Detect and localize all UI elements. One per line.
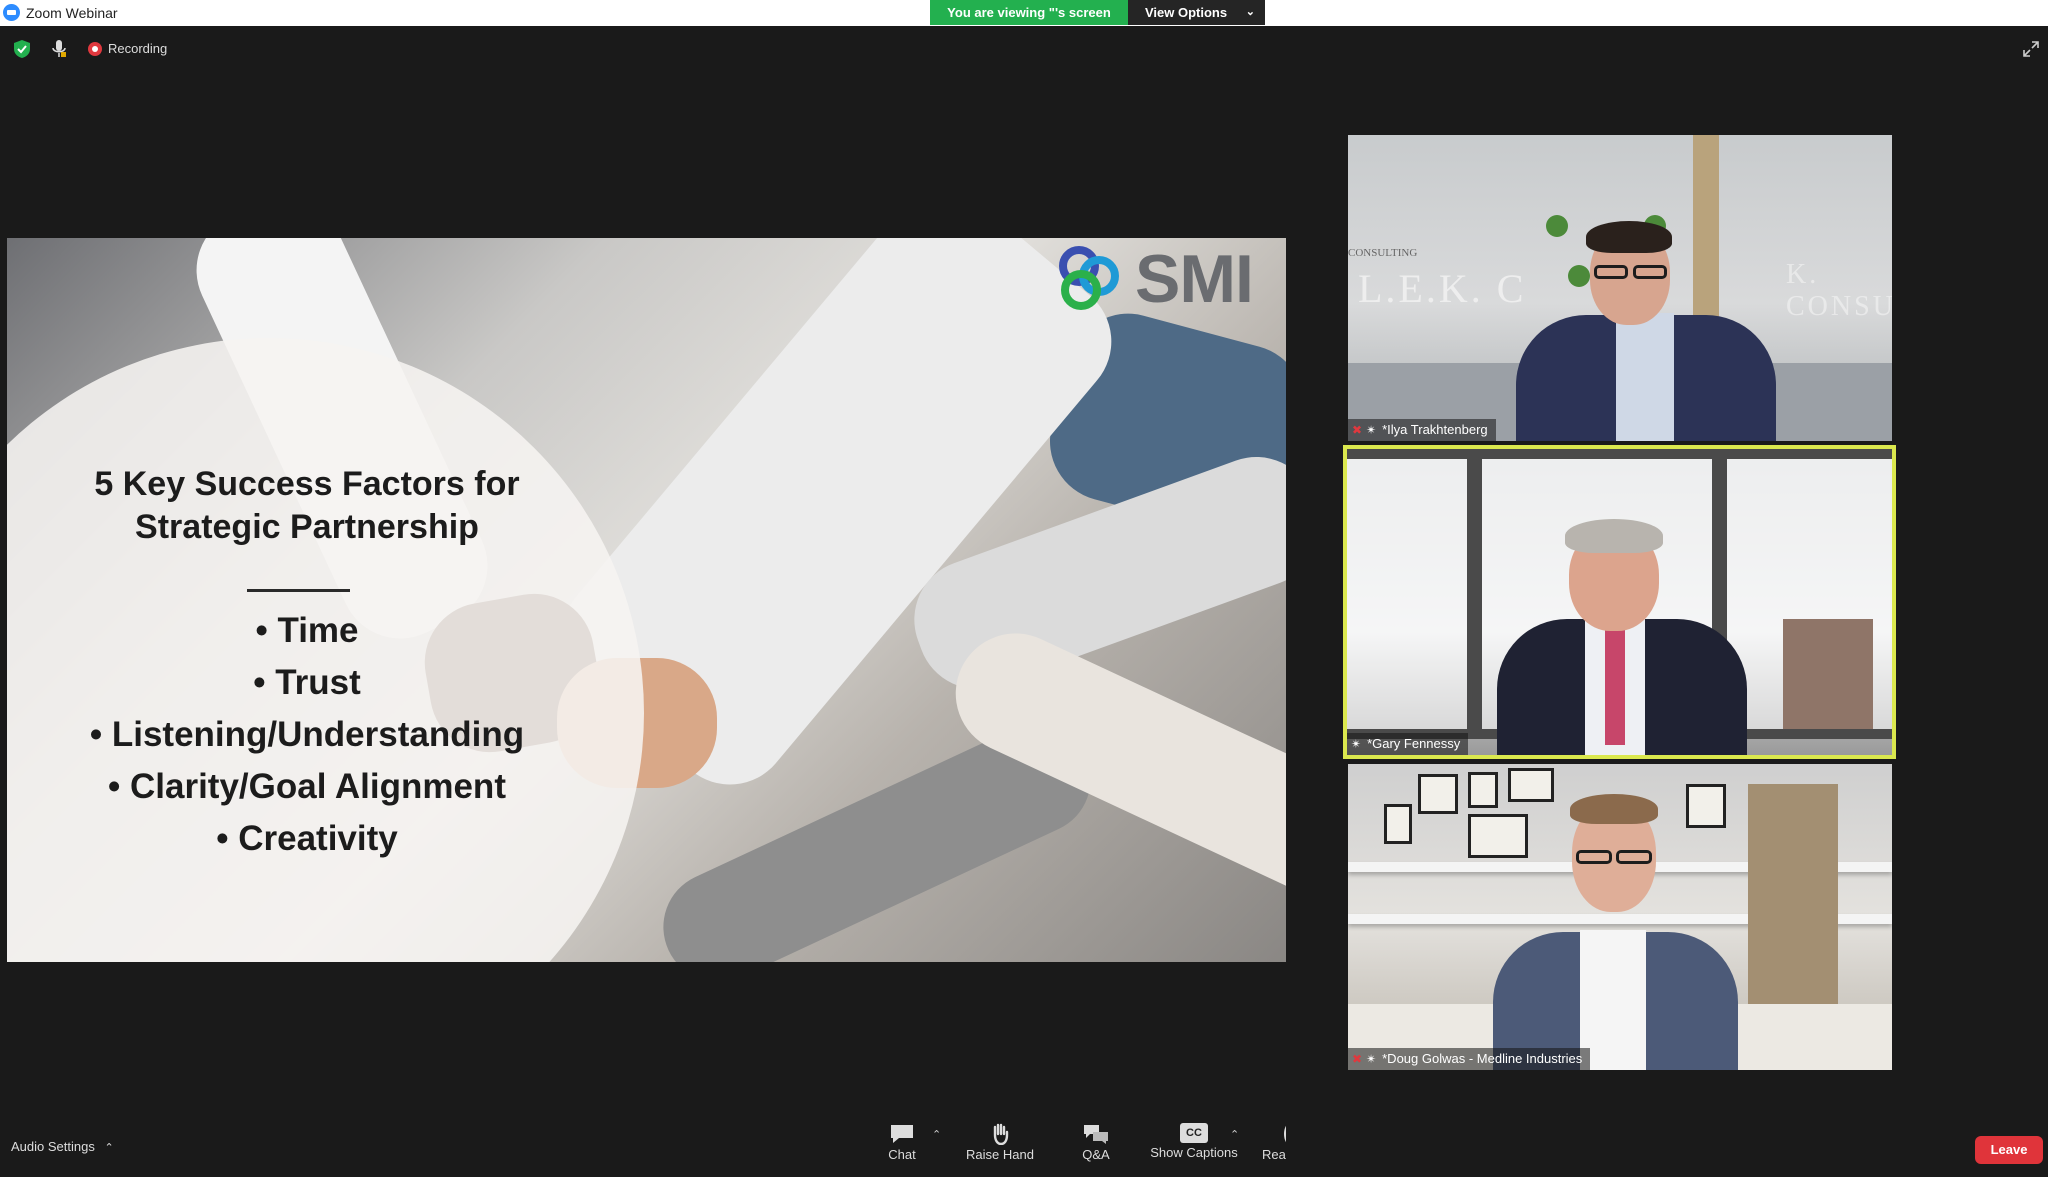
- glasses: [1576, 850, 1612, 864]
- chat-button[interactable]: Chat: [884, 1123, 920, 1162]
- chat-icon: [891, 1125, 913, 1143]
- title-bar: Zoom Webinar You are viewing "'s screen …: [0, 0, 2048, 26]
- qa-label: Q&A: [1082, 1147, 1110, 1162]
- slide-bullet: • Trust: [253, 663, 361, 702]
- wall-frame: [1468, 814, 1528, 858]
- shared-screen-slide: SMI 5 Key Success Factors for Strategic …: [7, 238, 1286, 962]
- participant-video-tile[interactable]: ✖ ✴ *Doug Golwas - Medline Industries: [1348, 764, 1892, 1070]
- muted-mic-icon: ✖: [1352, 1052, 1363, 1066]
- plant: [1568, 265, 1590, 287]
- qa-button[interactable]: Q&A: [1078, 1123, 1114, 1162]
- glasses: [1594, 265, 1628, 279]
- slide-bullet-list: • Time • Trust • Listening/Understanding…: [27, 605, 587, 865]
- reactions-label: Rea: [1262, 1147, 1286, 1162]
- participant-name: *Gary Fennessy: [1367, 736, 1461, 751]
- raise-hand-button[interactable]: Raise Hand: [962, 1123, 1038, 1162]
- slide-bullet: • Listening/Understanding: [89, 715, 525, 754]
- chat-label: Chat: [888, 1147, 916, 1162]
- participant-name: *Ilya Trakhtenberg: [1382, 422, 1488, 437]
- slide-bullet: • Creativity: [216, 819, 398, 858]
- reactions-button[interactable]: Rea: [1262, 1123, 1286, 1162]
- slide-heading-line: 5 Key Success Factors for: [94, 465, 520, 503]
- pin-icon: ✴: [1351, 737, 1362, 751]
- muted-mic-icon: ✖: [1352, 423, 1363, 437]
- slide-bullet: • Time: [255, 611, 359, 650]
- wall-sign: L.E.K. C: [1358, 266, 1527, 311]
- microphone-icon[interactable]: [52, 40, 66, 58]
- window-title: Zoom Webinar: [26, 5, 118, 21]
- security-shield-icon[interactable]: [14, 40, 30, 58]
- viewing-screen-banner: You are viewing "'s screen: [930, 0, 1128, 25]
- hair: [1570, 794, 1658, 824]
- building: [1783, 619, 1873, 729]
- chat-options-caret-icon[interactable]: ⌃: [932, 1128, 941, 1141]
- participant-name-tag: ✖ ✴ *Ilya Trakhtenberg: [1348, 419, 1496, 441]
- participant-video-tile[interactable]: CONSULTING L.E.K. C K. CONSUL ✖✴ *Ilya Tr…: [1348, 135, 1892, 441]
- participant-name-tag: ✴ *Gary Fennessy: [1347, 733, 1469, 755]
- show-captions-label: Show Captions: [1150, 1145, 1238, 1160]
- wall-frame: [1468, 772, 1498, 808]
- hair: [1586, 221, 1672, 253]
- glasses: [1616, 850, 1652, 864]
- glasses: [1633, 265, 1667, 279]
- participant-video-tile-active-speaker[interactable]: ✴ *Gary Fennessy: [1343, 445, 1896, 759]
- slide-heading-line: Strategic Partnership: [135, 508, 479, 546]
- reactions-icon: [1284, 1123, 1286, 1145]
- chevron-down-icon: ⌄: [1245, 6, 1255, 18]
- fullscreen-expand-icon[interactable]: [2022, 40, 2040, 58]
- closed-captions-icon: CC: [1180, 1123, 1208, 1143]
- wall-frame: [1508, 768, 1554, 802]
- view-options-button[interactable]: View Options ⌄: [1128, 0, 1265, 25]
- wall-frame: [1686, 784, 1726, 828]
- leave-button[interactable]: Leave: [1975, 1136, 2043, 1164]
- smi-logo-icon: [1059, 246, 1119, 310]
- raise-hand-icon: [993, 1123, 1009, 1145]
- slide-divider: [247, 589, 350, 592]
- shirt: [1616, 313, 1674, 441]
- participant-name-tag: ✖ ✴ *Doug Golwas - Medline Industries: [1348, 1048, 1591, 1070]
- audio-settings-label: Audio Settings: [11, 1139, 95, 1154]
- zoom-logo-icon: [3, 4, 20, 21]
- view-options-label: View Options: [1145, 5, 1228, 20]
- plant: [1546, 215, 1568, 237]
- pin-icon: ✴: [1366, 1052, 1377, 1066]
- raise-hand-label: Raise Hand: [966, 1147, 1034, 1162]
- slide-bullet: • Clarity/Goal Alignment: [108, 767, 506, 806]
- audio-settings-button[interactable]: Audio Settings ⌃: [11, 1139, 114, 1154]
- captions-options-caret-icon[interactable]: ⌃: [1230, 1128, 1239, 1141]
- chevron-up-icon: ⌃: [104, 1142, 114, 1154]
- show-captions-button[interactable]: CC Show Captions: [1146, 1123, 1242, 1160]
- slide-heading: 5 Key Success Factors for Strategic Part…: [27, 463, 587, 549]
- pin-icon: ✴: [1366, 423, 1377, 437]
- tie: [1605, 625, 1625, 745]
- window: [1347, 449, 1477, 739]
- wall-frame: [1418, 774, 1458, 814]
- hair: [1565, 519, 1663, 553]
- qa-icon: [1084, 1125, 1108, 1144]
- wall-sign: K. CONSUL: [1786, 259, 1892, 322]
- smi-logo-text: SMI: [1135, 241, 1254, 317]
- participant-name: *Doug Golwas - Medline Industries: [1382, 1051, 1583, 1066]
- wall-sign-small: CONSULTING: [1348, 247, 1418, 259]
- recording-icon: [88, 42, 102, 56]
- recording-label: Recording: [108, 41, 168, 56]
- wall-frame: [1384, 804, 1412, 844]
